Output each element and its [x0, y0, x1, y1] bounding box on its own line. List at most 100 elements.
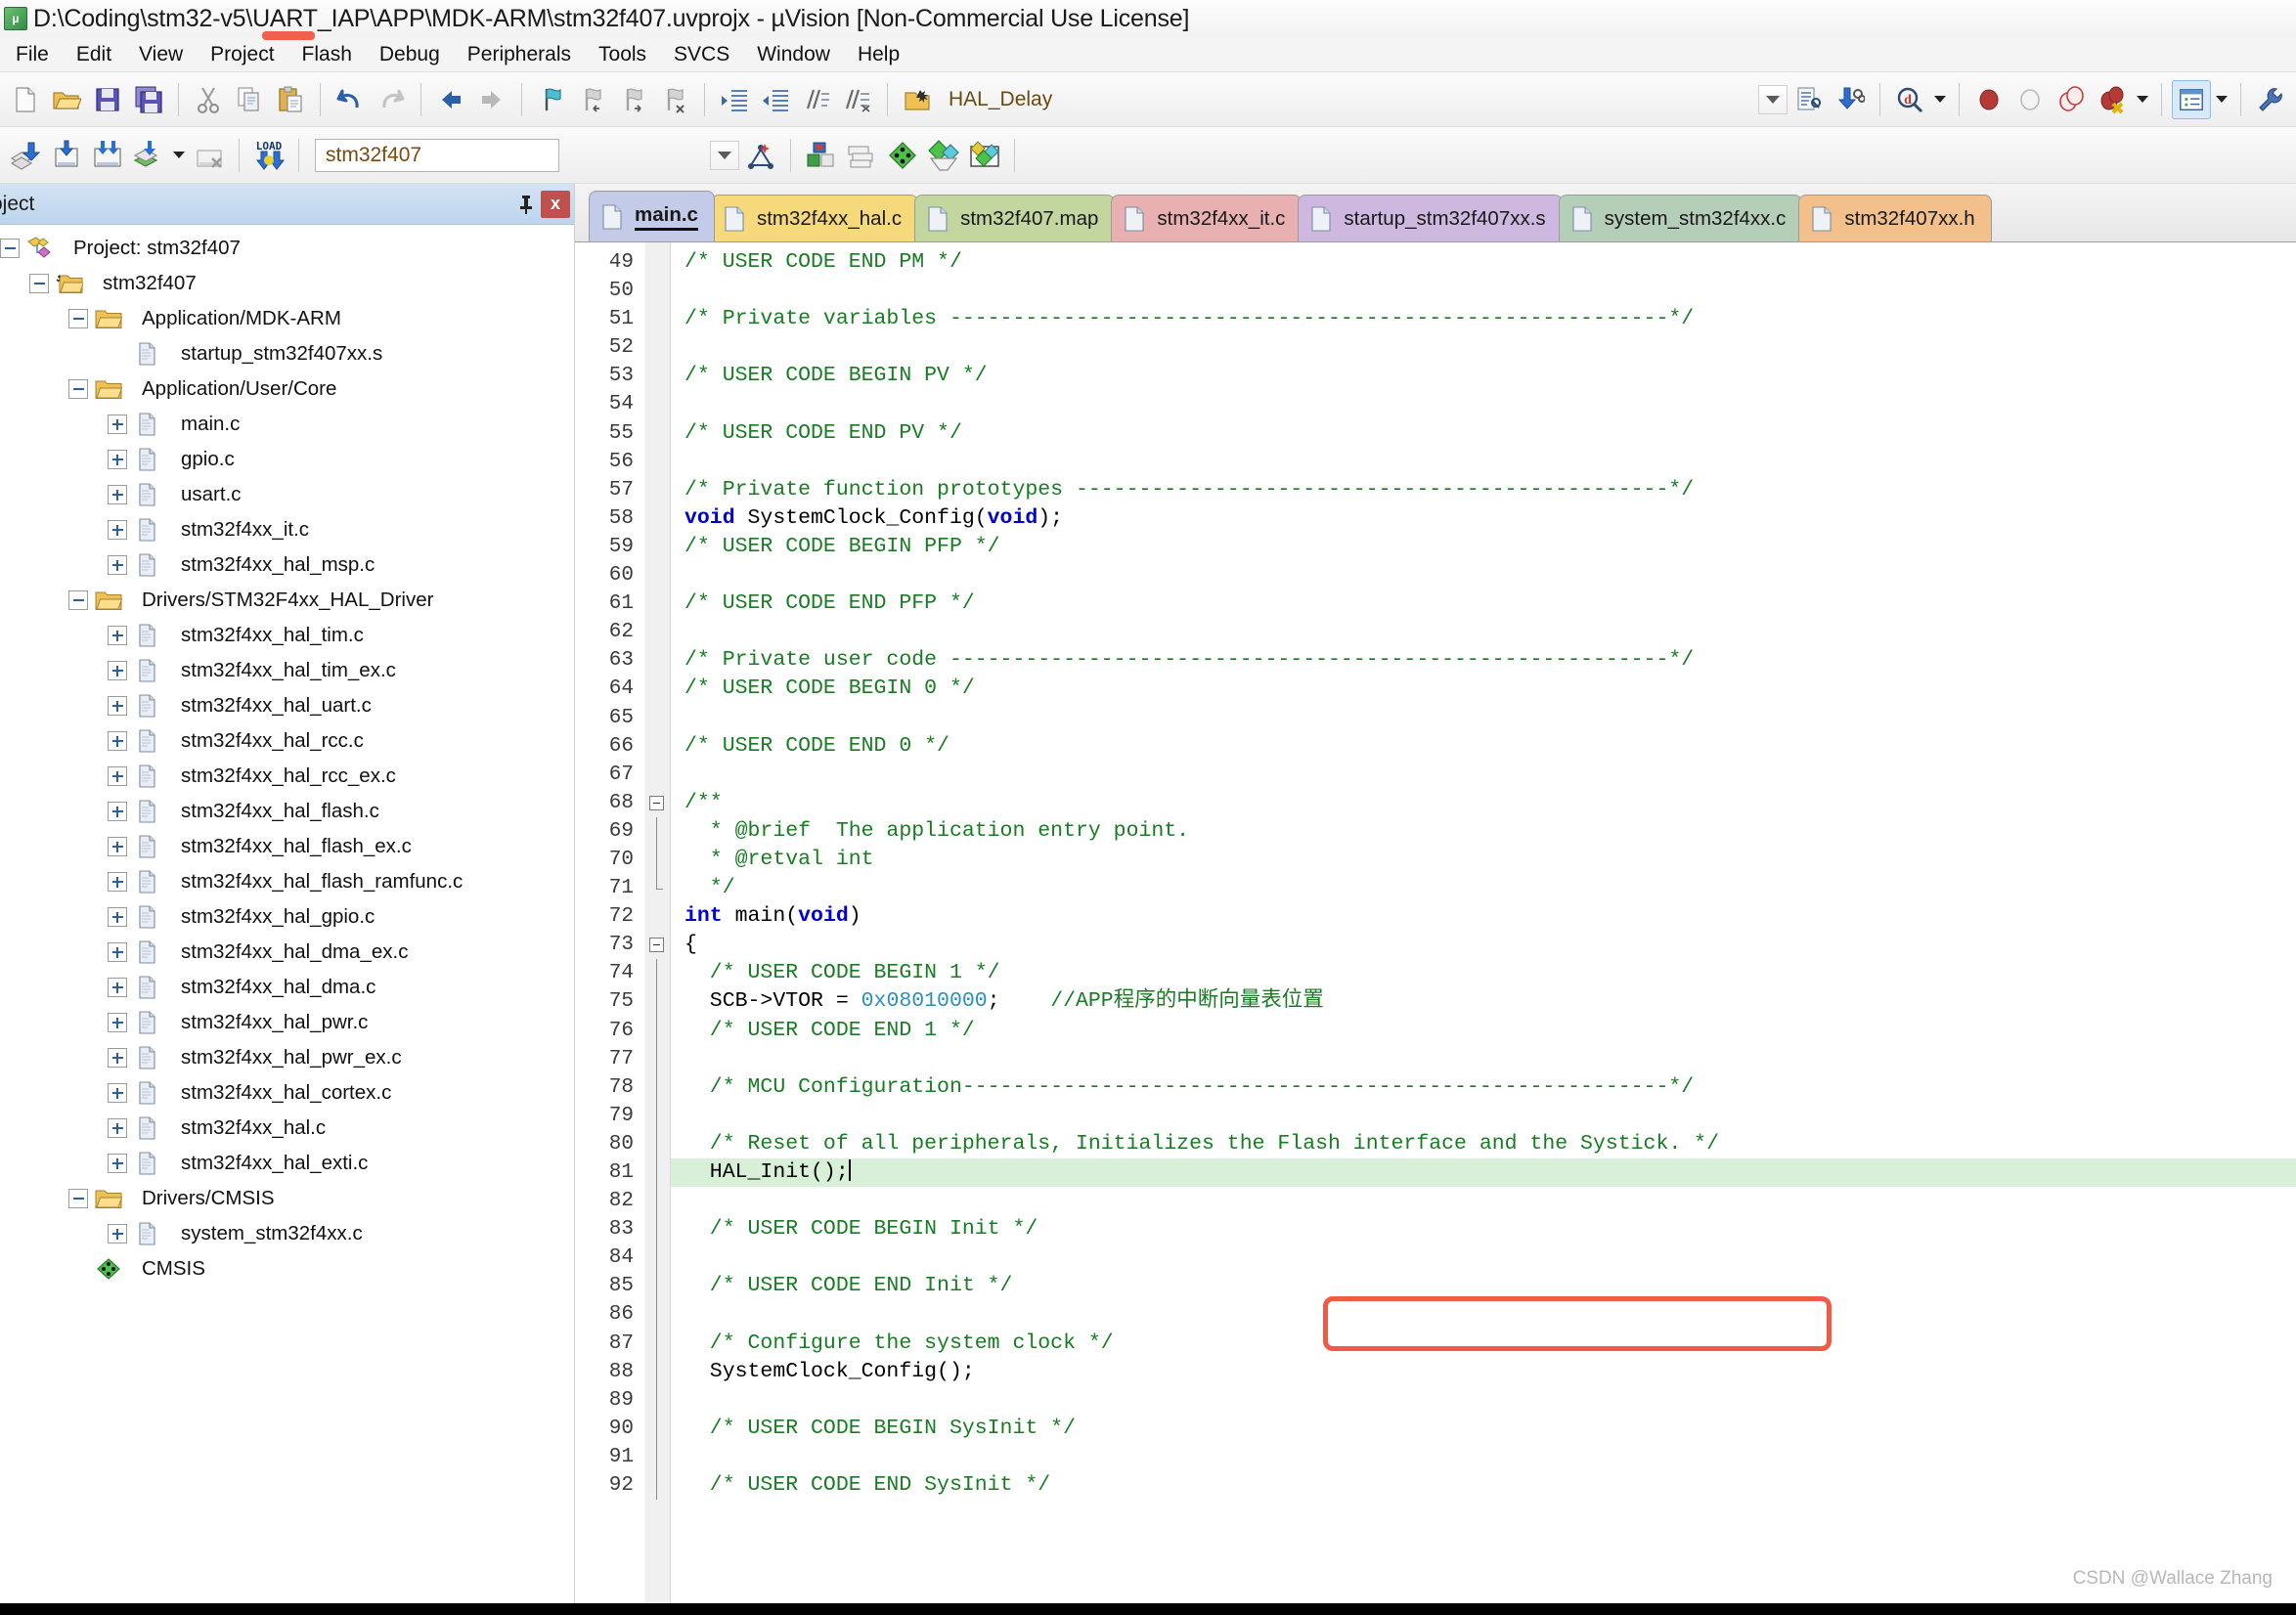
tree-expand-icon[interactable]: [108, 1224, 127, 1244]
code-line[interactable]: [671, 704, 2296, 732]
tree-item[interactable]: gpio.c: [0, 442, 574, 477]
tree-item[interactable]: Application/User/Core: [0, 371, 574, 407]
configure-icon[interactable]: [2251, 80, 2290, 119]
tree-expand-icon[interactable]: [108, 907, 127, 927]
build-icon[interactable]: [47, 136, 86, 175]
tree-expand-icon[interactable]: [108, 1118, 127, 1138]
tree-collapse-icon[interactable]: [68, 379, 88, 399]
code-line[interactable]: * @brief The application entry point.: [671, 817, 2296, 846]
code-line[interactable]: /* USER CODE END PM */: [671, 248, 2296, 277]
code-line[interactable]: SCB->VTOR = 0x08010000; //APP程序的中断向量表位置: [671, 987, 2296, 1016]
options-target-icon[interactable]: [741, 136, 780, 175]
tree-expand-icon[interactable]: [108, 450, 127, 469]
code-line[interactable]: /* USER CODE BEGIN PV */: [671, 362, 2296, 390]
manage-project-items-icon[interactable]: [801, 136, 840, 175]
paste-icon[interactable]: [271, 80, 310, 119]
menu-item-tools[interactable]: Tools: [585, 40, 660, 69]
debug-dropdown-arrow-icon[interactable]: [1931, 80, 1949, 119]
tree-item[interactable]: stm32f4xx_hal_dma.c: [0, 970, 574, 1005]
close-icon[interactable]: x: [541, 190, 570, 218]
code-line[interactable]: [671, 1300, 2296, 1329]
tree-item[interactable]: stm32f407: [0, 266, 574, 301]
breakpoint-dropdown-arrow-icon[interactable]: [2134, 80, 2151, 119]
code-line[interactable]: [671, 1244, 2296, 1272]
tree-item[interactable]: stm32f4xx_hal.c: [0, 1111, 574, 1146]
tree-expand-icon[interactable]: [108, 766, 127, 786]
tree-expand-icon[interactable]: [108, 837, 127, 856]
tree-expand-icon[interactable]: [108, 555, 127, 575]
debug-session-icon[interactable]: d: [1890, 80, 1929, 119]
tree-item[interactable]: stm32f4xx_hal_rcc.c: [0, 723, 574, 759]
fold-cell[interactable]: [645, 789, 670, 817]
target-dropdown-arrow-icon[interactable]: [710, 140, 739, 170]
uncomment-icon[interactable]: [838, 80, 877, 119]
find-in-files-icon[interactable]: [898, 80, 937, 119]
code-line[interactable]: [671, 1386, 2296, 1415]
save-all-icon[interactable]: [129, 80, 168, 119]
menu-item-window[interactable]: Window: [743, 40, 844, 69]
navigate-forward-icon[interactable]: [472, 80, 511, 119]
code-line[interactable]: /* USER CODE END SysInit */: [671, 1471, 2296, 1500]
tree-collapse-icon[interactable]: [29, 274, 49, 293]
code-line[interactable]: */: [671, 874, 2296, 902]
code-line[interactable]: /* Configure the system clock */: [671, 1330, 2296, 1358]
code-line[interactable]: /* Private function prototypes ---------…: [671, 476, 2296, 504]
menu-item-peripherals[interactable]: Peripherals: [454, 40, 585, 69]
fold-collapse-icon[interactable]: [649, 938, 664, 953]
compile-file-icon[interactable]: [1789, 80, 1829, 119]
project-window-icon[interactable]: [2172, 79, 2211, 119]
code-line[interactable]: /* USER CODE END Init */: [671, 1272, 2296, 1300]
tree-item[interactable]: stm32f4xx_hal_exti.c: [0, 1146, 574, 1181]
select-software-packs-icon[interactable]: [965, 136, 1004, 175]
code-line[interactable]: /* USER CODE END 1 */: [671, 1017, 2296, 1045]
menu-item-project[interactable]: Project: [197, 40, 287, 69]
tree-expand-icon[interactable]: [108, 661, 127, 680]
code-line[interactable]: /* USER CODE BEGIN PFP */: [671, 533, 2296, 561]
function-dropdown-arrow-icon[interactable]: [1758, 84, 1788, 114]
menu-item-file[interactable]: File: [2, 40, 63, 69]
code-line[interactable]: SystemClock_Config();: [671, 1358, 2296, 1386]
menu-item-help[interactable]: Help: [844, 40, 913, 69]
tree-item[interactable]: stm32f4xx_hal_pwr_ex.c: [0, 1040, 574, 1075]
editor-tab-stm32f407-map[interactable]: stm32f407.map: [914, 195, 1116, 241]
project-tree[interactable]: Project: stm32f407 stm32f407 Application/M…: [0, 225, 574, 1615]
tree-item[interactable]: stm32f4xx_hal_gpio.c: [0, 899, 574, 935]
tree-expand-icon[interactable]: [108, 872, 127, 892]
bookmark-toggle-icon[interactable]: [532, 80, 571, 119]
tree-item[interactable]: stm32f4xx_hal_tim_ex.c: [0, 653, 574, 688]
redo-icon[interactable]: [372, 80, 411, 119]
tree-expand-icon[interactable]: [108, 626, 127, 645]
code-line[interactable]: [671, 561, 2296, 589]
bookmark-clear-icon[interactable]: [655, 80, 694, 119]
tree-expand-icon[interactable]: [108, 731, 127, 751]
tree-item[interactable]: main.c: [0, 407, 574, 442]
tree-item[interactable]: stm32f4xx_hal_cortex.c: [0, 1075, 574, 1111]
code-line[interactable]: /* USER CODE BEGIN Init */: [671, 1215, 2296, 1244]
indent-icon[interactable]: [715, 80, 754, 119]
code-line[interactable]: HAL_Init();: [671, 1158, 2296, 1188]
save-icon[interactable]: [88, 80, 127, 119]
tree-item[interactable]: stm32f4xx_hal_flash.c: [0, 794, 574, 829]
menu-item-svcs[interactable]: SVCS: [660, 40, 743, 69]
code-line[interactable]: [671, 448, 2296, 476]
books-icon[interactable]: [842, 136, 881, 175]
tree-expand-icon[interactable]: [108, 1013, 127, 1032]
outdent-icon[interactable]: [756, 80, 795, 119]
code-folding-column[interactable]: [645, 242, 671, 1615]
editor-tab-system-stm32f4xx-c[interactable]: system_stm32f4xx.c: [1558, 195, 1803, 241]
code-line[interactable]: int main(void): [671, 902, 2296, 931]
code-line[interactable]: [671, 1187, 2296, 1215]
tree-collapse-icon[interactable]: [68, 309, 88, 328]
fold-cell[interactable]: [645, 931, 670, 959]
tree-item[interactable]: stm32f4xx_hal_rcc_ex.c: [0, 759, 574, 794]
code-line[interactable]: [671, 277, 2296, 305]
pack-installer-icon[interactable]: [924, 136, 963, 175]
editor-tab-startup-stm32f407xx-s[interactable]: startup_stm32f407xx.s: [1298, 195, 1563, 241]
code-line[interactable]: [671, 390, 2296, 418]
download-load-icon[interactable]: LOAD: [249, 136, 288, 175]
code-line[interactable]: [671, 1102, 2296, 1130]
fold-collapse-icon[interactable]: [649, 795, 664, 810]
translate-icon[interactable]: [6, 136, 45, 175]
code-line[interactable]: /* USER CODE BEGIN SysInit */: [671, 1415, 2296, 1443]
editor-tab-stm32f407xx-h[interactable]: stm32f407xx.h: [1798, 195, 1992, 241]
